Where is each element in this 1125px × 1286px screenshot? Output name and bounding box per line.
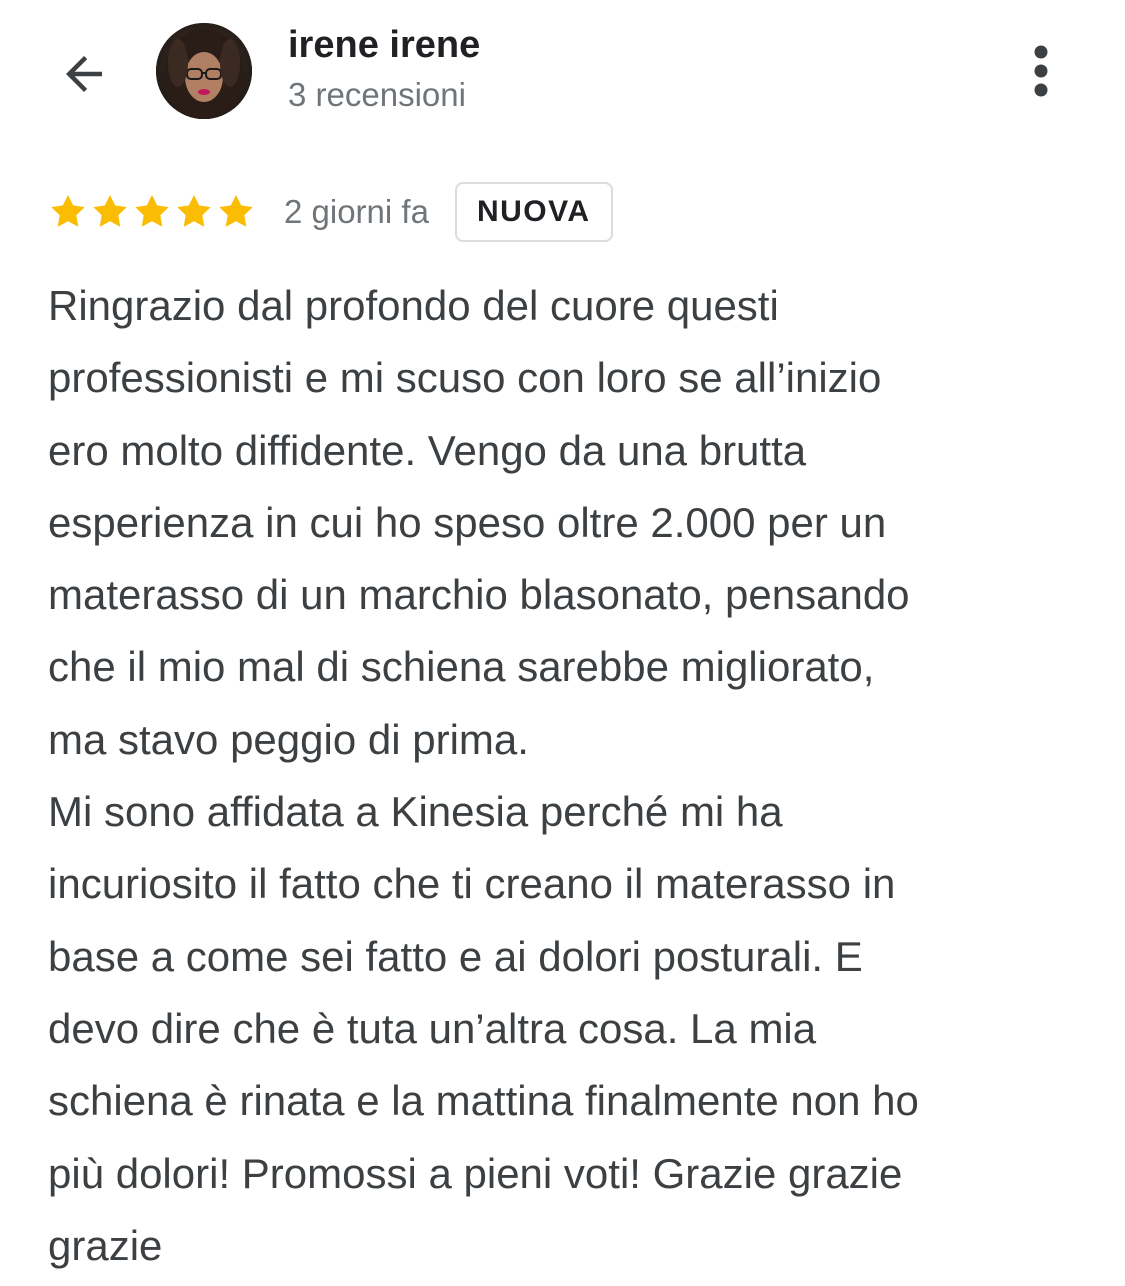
review-date: 2 giorni fa (284, 193, 429, 230)
more-vertical-icon (1034, 45, 1048, 97)
star-icon (219, 195, 253, 227)
review-meta: 2 giorni fa NUOVA (48, 180, 613, 244)
new-badge: NUOVA (454, 182, 613, 242)
reviewer-name[interactable]: irene irene (288, 24, 480, 67)
review-text: Ringrazio dal profondo del cuore questi … (48, 282, 919, 1269)
review-header: irene irene 3 recensioni (0, 0, 1125, 140)
star-icon (93, 195, 127, 227)
star-rating (48, 192, 256, 232)
review-count: 3 recensioni (288, 76, 466, 113)
star-icon (135, 195, 169, 227)
back-button[interactable] (48, 38, 120, 110)
star-icon (177, 195, 211, 227)
avatar[interactable] (156, 23, 252, 119)
more-options-button[interactable] (1010, 38, 1072, 104)
avatar-photo (156, 23, 252, 119)
arrow-left-icon (66, 56, 102, 92)
star-icon (51, 195, 85, 227)
